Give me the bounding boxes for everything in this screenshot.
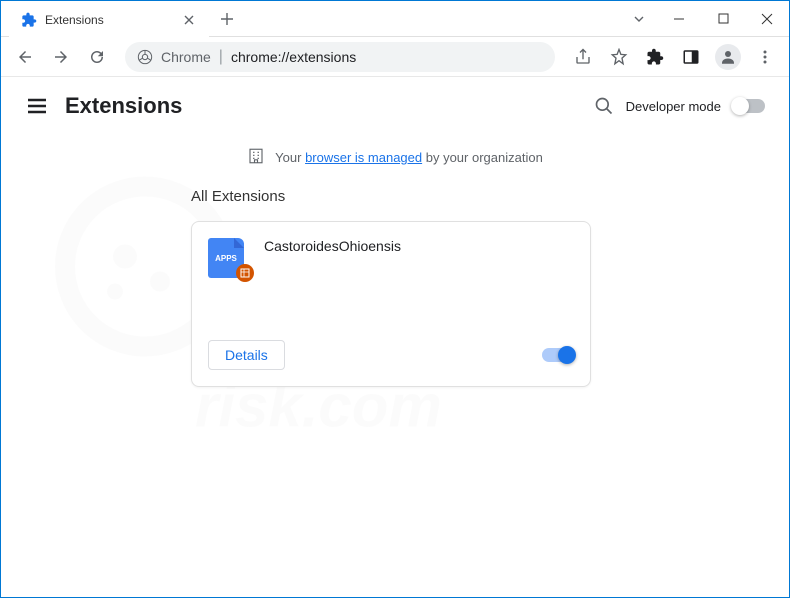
bookmark-icon[interactable] — [603, 41, 635, 73]
window-controls — [621, 1, 789, 36]
new-tab-button[interactable] — [213, 5, 241, 33]
extension-card: APPS CastoroidesOhioensis Details — [191, 221, 591, 387]
minimize-button[interactable] — [657, 1, 701, 36]
extension-toggle[interactable] — [542, 348, 574, 362]
browser-managed-link[interactable]: browser is managed — [305, 150, 422, 165]
search-icon[interactable] — [594, 96, 614, 116]
building-icon — [247, 147, 265, 168]
browser-toolbar: Chrome | chrome://extensions — [1, 37, 789, 77]
address-prefix: Chrome — [161, 49, 211, 65]
sidepanel-icon[interactable] — [675, 41, 707, 73]
page-header: Extensions Developer mode — [1, 77, 789, 135]
address-bar[interactable]: Chrome | chrome://extensions — [125, 42, 555, 72]
details-button[interactable]: Details — [208, 340, 285, 370]
developer-mode-toggle[interactable] — [733, 99, 765, 113]
extension-puzzle-icon — [21, 12, 37, 28]
maximize-button[interactable] — [701, 1, 745, 36]
managed-banner: Your browser is managed by your organiza… — [1, 135, 789, 180]
content-area: All Extensions APPS CastoroidesOhioensis… — [1, 180, 789, 387]
extensions-icon[interactable] — [639, 41, 671, 73]
developer-mode-label: Developer mode — [626, 99, 721, 114]
tabs-dropdown-icon[interactable] — [621, 1, 657, 36]
tab-title: Extensions — [45, 13, 173, 27]
page-title: Extensions — [65, 93, 182, 119]
reload-button[interactable] — [81, 41, 113, 73]
titlebar: Extensions — [1, 1, 789, 37]
chrome-icon — [137, 49, 153, 65]
share-icon[interactable] — [567, 41, 599, 73]
section-title: All Extensions — [191, 188, 789, 205]
address-separator: | — [219, 48, 223, 66]
extension-name: CastoroidesOhioensis — [264, 238, 401, 254]
address-path: chrome://extensions — [231, 49, 356, 65]
close-window-button[interactable] — [745, 1, 789, 36]
close-tab-icon[interactable] — [181, 12, 197, 28]
extension-badge-icon — [236, 264, 254, 282]
back-button[interactable] — [9, 41, 41, 73]
managed-text: Your browser is managed by your organiza… — [275, 150, 543, 165]
extension-icon: APPS — [208, 238, 248, 278]
browser-tab[interactable]: Extensions — [9, 3, 209, 37]
menu-icon[interactable] — [749, 41, 781, 73]
forward-button[interactable] — [45, 41, 77, 73]
profile-avatar[interactable] — [715, 44, 741, 70]
hamburger-icon[interactable] — [25, 94, 49, 118]
